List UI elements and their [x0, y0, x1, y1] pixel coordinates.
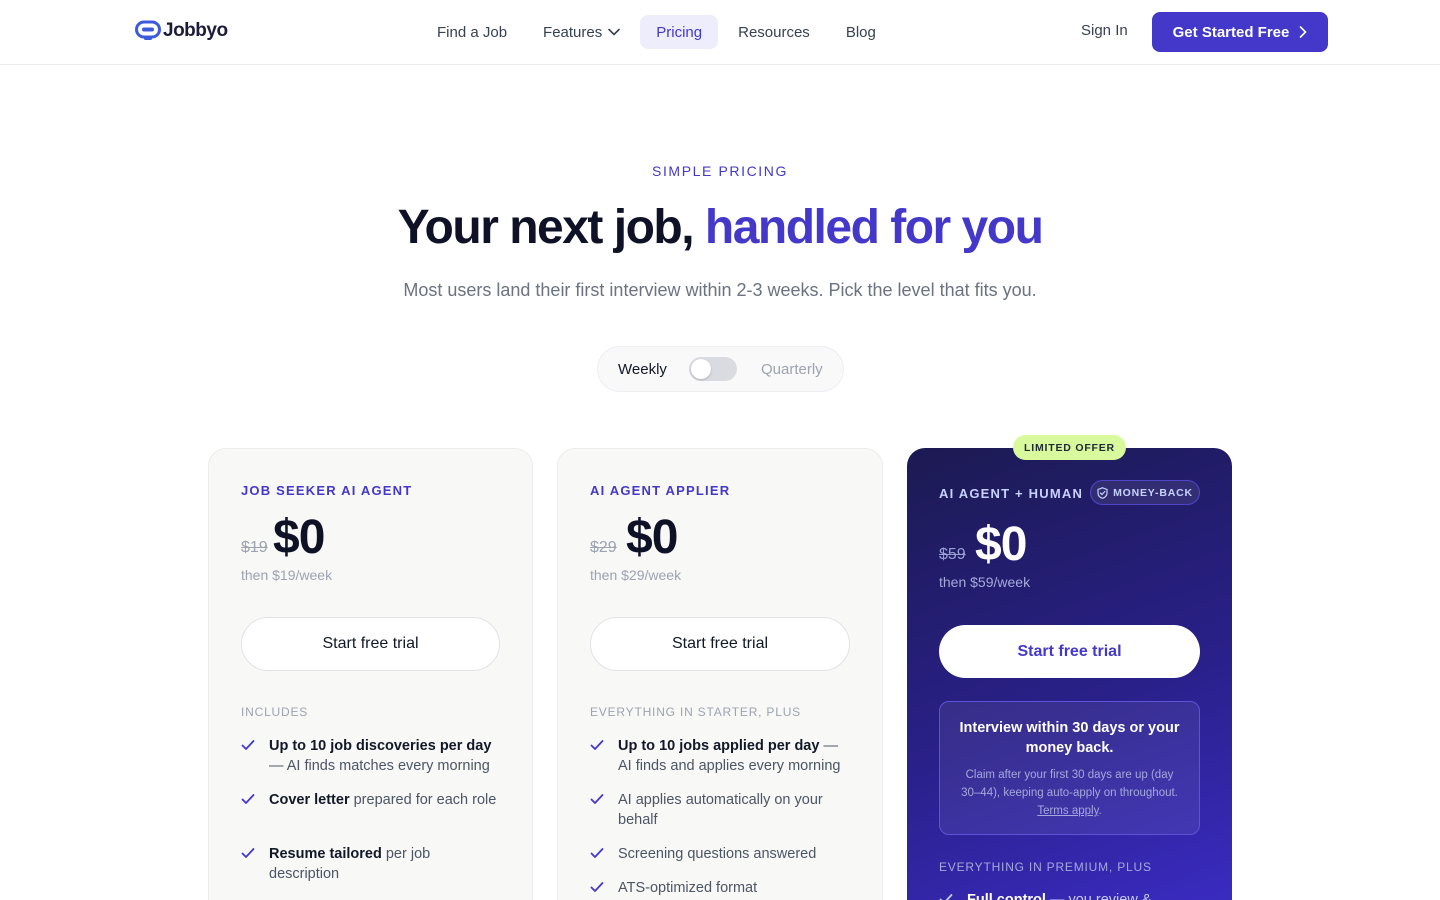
logo-icon — [135, 20, 161, 40]
plan-price: $0 — [273, 511, 325, 564]
feature-text: Cover letter prepared for each role — [269, 790, 496, 810]
headline-accent: handled for you — [704, 201, 1044, 254]
plan-price: $0 — [975, 518, 1027, 571]
guarantee-title: Interview within 30 days or your money b… — [959, 720, 1180, 756]
check-icon — [590, 848, 604, 858]
plan-name: AI AGENT APPLIER — [590, 483, 731, 498]
nav-link-label: Features — [543, 23, 603, 41]
plan-name: JOB SEEKER AI AGENT — [241, 483, 413, 498]
plan-price: $0 — [626, 511, 678, 564]
plan-then-price: then $19/week — [241, 567, 333, 583]
billing-switch-knob — [691, 359, 711, 379]
get-started-label: Get Started Free — [1172, 23, 1290, 41]
plan-card-ai-human: AI AGENT + HUMAN MONEY-BACK $59 $0 then … — [907, 448, 1232, 900]
feature-text: Up to 10 jobs applied per day — AI finds… — [618, 736, 852, 776]
nav-link-label: Pricing — [656, 23, 703, 41]
features-heading: EVERYTHING IN PREMIUM, PLUS — [939, 860, 1152, 874]
nav-link-pricing[interactable]: Pricing — [640, 15, 719, 49]
features-heading: INCLUDES — [241, 705, 309, 719]
feature-text: Screening questions answered — [618, 846, 817, 862]
nav-link-features[interactable]: Features — [527, 15, 636, 49]
nav-link-label: Resources — [738, 23, 810, 41]
terms-link[interactable]: Terms apply — [1037, 805, 1098, 817]
top-nav: Jobbyo Find a Job Features Pricing Resou… — [0, 0, 1440, 65]
feature-text: ATS-optimized format — [618, 880, 758, 896]
guarantee-body-end: . — [1098, 805, 1102, 817]
nav-link-find-a-job[interactable]: Find a Job — [421, 15, 523, 49]
feature-bold: Resume tailored — [269, 846, 382, 862]
check-icon — [241, 848, 255, 858]
feature-item: Cover letter prepared for each role — [241, 790, 503, 810]
shield-check-icon — [1097, 486, 1108, 499]
feature-bold: Up to 10 jobs applied per day — [618, 738, 820, 754]
feature-bold: Up to 10 job discoveries per day — [269, 738, 492, 754]
headline-plain: Your next job, — [397, 201, 705, 254]
guarantee-body-text: Claim after your first 30 days are up (d… — [961, 769, 1178, 799]
plan-then-price: then $59/week — [939, 574, 1031, 590]
start-trial-button[interactable]: Start free trial — [241, 617, 500, 671]
chevron-right-icon — [1300, 26, 1307, 38]
feature-bold: Cover letter — [269, 792, 350, 808]
feature-item: Up to 10 jobs applied per day — AI finds… — [590, 736, 852, 776]
start-trial-button[interactable]: Start free trial — [590, 617, 850, 671]
billing-option-weekly[interactable]: Weekly — [618, 361, 667, 378]
check-icon — [241, 794, 255, 804]
sign-in-link[interactable]: Sign In — [1081, 22, 1128, 39]
plan-old-price: $29 — [590, 539, 617, 556]
feature-text: AI applies automatically on your behalf — [618, 792, 823, 828]
nav-link-blog[interactable]: Blog — [830, 15, 892, 49]
logo[interactable]: Jobbyo — [135, 20, 228, 42]
feature-item: ATS-optimized format — [590, 878, 852, 898]
guarantee-body: Claim after your first 30 days are up (d… — [956, 766, 1183, 820]
money-back-badge: MONEY-BACK — [1090, 480, 1200, 505]
chevron-down-icon — [608, 28, 621, 36]
feature-text: Full control — you review & — [967, 890, 1152, 900]
check-icon — [590, 794, 604, 804]
limited-offer-badge: LIMITED OFFER — [1013, 435, 1126, 460]
nav-link-label: Blog — [845, 23, 876, 41]
nav-link-resources[interactable]: Resources — [722, 15, 826, 49]
pricing-eyebrow: SIMPLE PRICING — [652, 163, 788, 179]
check-icon — [590, 740, 604, 750]
plan-old-price: $59 — [939, 546, 966, 563]
plan-card-job-seeker: JOB SEEKER AI AGENT $19 $0 then $19/week… — [208, 448, 533, 900]
billing-toggle: Weekly Quarterly — [597, 346, 844, 392]
plan-then-price: then $29/week — [590, 567, 682, 583]
plan-old-price: $19 — [241, 539, 268, 556]
features-heading: EVERYTHING IN STARTER, PLUS — [590, 705, 801, 719]
page-subtitle: Most users land their first interview wi… — [403, 280, 1037, 300]
logo-text: Jobbyo — [163, 20, 228, 41]
feature-text: Up to 10 job discoveries per day — AI fi… — [269, 736, 503, 776]
nav-links: Find a Job Features Pricing Resources Bl… — [421, 15, 892, 49]
check-icon — [241, 740, 255, 750]
money-back-guarantee: Interview within 30 days or your money b… — [939, 701, 1200, 835]
feature-item: AI applies automatically on your behalf — [590, 790, 852, 830]
feature-bold: Full control — [967, 892, 1046, 900]
nav-link-label: Find a Job — [437, 23, 508, 41]
feature-rest: — you review & — [1045, 892, 1152, 900]
feature-rest: prepared for each role — [349, 792, 497, 808]
money-back-label: MONEY-BACK — [1113, 486, 1193, 499]
billing-switch[interactable] — [689, 357, 737, 381]
feature-item: Resume tailored per job description — [241, 844, 503, 884]
get-started-button[interactable]: Get Started Free — [1152, 12, 1328, 52]
start-trial-button[interactable]: Start free trial — [939, 625, 1200, 678]
feature-item: Screening questions answered — [590, 844, 852, 864]
feature-item: Full control — you review & — [939, 890, 1201, 900]
feature-rest: — AI finds matches every morning — [269, 758, 490, 774]
feature-text: Resume tailored per job description — [269, 844, 503, 884]
page-title: Your next job, handled for you — [0, 200, 1440, 255]
check-icon — [939, 894, 953, 900]
billing-option-quarterly[interactable]: Quarterly — [761, 361, 823, 378]
plan-card-ai-applier: AI AGENT APPLIER $29 $0 then $29/week St… — [557, 448, 883, 900]
plan-name: AI AGENT + HUMAN — [939, 486, 1084, 501]
feature-item: Up to 10 job discoveries per day — AI fi… — [241, 736, 503, 776]
check-icon — [590, 882, 604, 892]
